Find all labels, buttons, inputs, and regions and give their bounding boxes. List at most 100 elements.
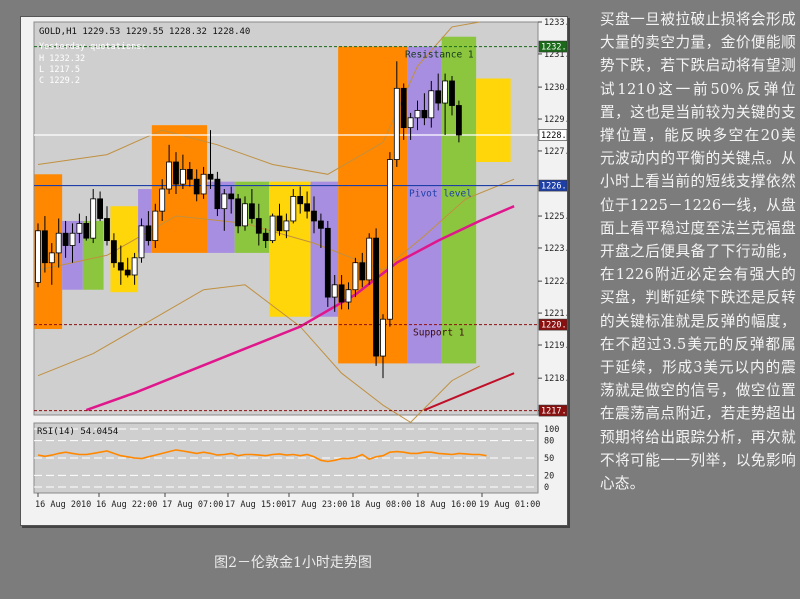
chart-frame: Resistance 1 Pivot level Support 1 GOLD,H1 … [20, 16, 568, 526]
candle-body [435, 90, 442, 104]
rsi-label: RSI(14) 54.0454 [37, 427, 118, 437]
candle-body [214, 178, 221, 210]
candle-body [221, 193, 228, 210]
candle-body [166, 161, 173, 190]
candle-body [124, 269, 131, 276]
candle-body [97, 198, 103, 219]
yesterday-line: L 1217.5 [39, 65, 80, 75]
candle-body [90, 198, 97, 239]
x-tick-label: 18 Aug 08:00 [350, 500, 411, 510]
candle-body [449, 80, 455, 106]
candle-body [186, 168, 193, 180]
candle-body [283, 220, 290, 232]
y-tick-label: 1225.10 [544, 212, 567, 222]
candle-body [35, 230, 41, 283]
candle-body [455, 105, 462, 136]
y-tick-label: 1221.15 [544, 309, 567, 319]
candle-body [442, 80, 449, 104]
y-tick-label: 1218.50 [544, 374, 567, 384]
session-box-purple [207, 181, 235, 253]
chart-title: GOLD,H1 1229.53 1229.55 1228.32 1228.40 [39, 27, 250, 37]
candle-body [393, 87, 400, 160]
price-tag-label: 1228.40 [541, 131, 567, 141]
candle-body [400, 87, 407, 129]
rsi-tick-label: 50 [544, 454, 554, 464]
yesterday-heading: Yesterday quotations: [39, 42, 146, 52]
y-tick-label: 1222.45 [544, 277, 567, 287]
candle-body [262, 232, 269, 242]
candle-body [338, 284, 345, 303]
candle-body [41, 230, 48, 264]
candle-body [248, 203, 255, 219]
candle-body [331, 284, 338, 298]
candle-body [352, 262, 359, 291]
y-tick-label: 1230.35 [544, 83, 567, 93]
candle-body [359, 262, 366, 281]
y-tick-label: 1233.00 [544, 18, 567, 28]
candle-body [173, 161, 179, 185]
candle-body [207, 173, 214, 180]
candle-body [159, 188, 166, 212]
candle-body [242, 203, 248, 227]
candle-body [255, 218, 262, 234]
rsi-tick-label: 20 [544, 471, 554, 481]
rsi-tick-label: 0 [544, 483, 549, 493]
x-tick-label: 17 Aug 23:00 [286, 500, 347, 510]
x-tick-label: 17 Aug 15:00 [225, 500, 286, 510]
candle-body [290, 195, 297, 222]
session-box-yellow [476, 78, 511, 163]
candle-body [131, 257, 138, 276]
candle-body [69, 232, 76, 246]
candle-body [179, 168, 186, 185]
session-box-yellow [269, 181, 311, 317]
candle-body [104, 218, 110, 242]
x-tick-label: 19 Aug 01:00 [479, 500, 540, 510]
candle-body [366, 237, 373, 281]
y-tick-label: 1227.75 [544, 147, 567, 157]
candle-body [62, 232, 69, 246]
y-tick-label: 1229.05 [544, 115, 567, 125]
rsi-tick-label: 100 [544, 425, 559, 435]
price-tag-label: 1220.68 [541, 321, 567, 331]
candle-body [111, 240, 117, 264]
candle-body [200, 173, 207, 195]
resistance-label: Resistance 1 [405, 50, 474, 61]
y-tick-label: 1223.80 [544, 244, 567, 254]
candle-body [276, 215, 283, 232]
article-text: 买盘一旦被拉破止损将会形成大量的卖空力量，金价便能顺势下跌，若下跌启动将有望测试… [600, 11, 796, 493]
candle-body [269, 215, 276, 242]
candle-body [421, 110, 428, 119]
candle-body [48, 252, 55, 264]
candle-body [228, 193, 235, 200]
yesterday-line: C 1229.2 [39, 76, 80, 86]
price-tag-label: 1217.18 [541, 407, 567, 417]
candle-body [345, 289, 352, 303]
candle-body [83, 223, 90, 239]
candle-body [235, 198, 242, 227]
candle-body [373, 237, 380, 357]
candle-body [386, 159, 393, 320]
x-tick-label: 16 Aug 2010 [35, 500, 91, 510]
candle-body [138, 225, 145, 259]
support-label: Support 1 [413, 328, 465, 339]
price-tag-label: 1226.34 [541, 182, 567, 192]
candle-body [380, 318, 386, 357]
candle-body [324, 227, 331, 298]
candle-body [55, 232, 62, 254]
x-tick-label: 16 Aug 22:00 [96, 500, 157, 510]
candle-body [304, 203, 311, 212]
candle-body [428, 90, 435, 119]
yesterday-line: H 1232.32 [39, 54, 85, 64]
x-tick-label: 18 Aug 16:00 [415, 500, 476, 510]
candle-body [152, 210, 159, 242]
candle-body [311, 210, 317, 222]
candle-body [414, 110, 421, 119]
y-tick-label: 1219.85 [544, 341, 567, 351]
x-tick-label: 17 Aug 07:00 [162, 500, 223, 510]
candle-body [297, 195, 304, 205]
candle-body [193, 178, 200, 195]
pivot-label: Pivot level [409, 189, 472, 200]
figure-caption: 图2－伦敦金1小时走势图 [214, 555, 372, 571]
candle-body [76, 223, 83, 234]
price-tag-label: 1232.00 [541, 43, 567, 53]
